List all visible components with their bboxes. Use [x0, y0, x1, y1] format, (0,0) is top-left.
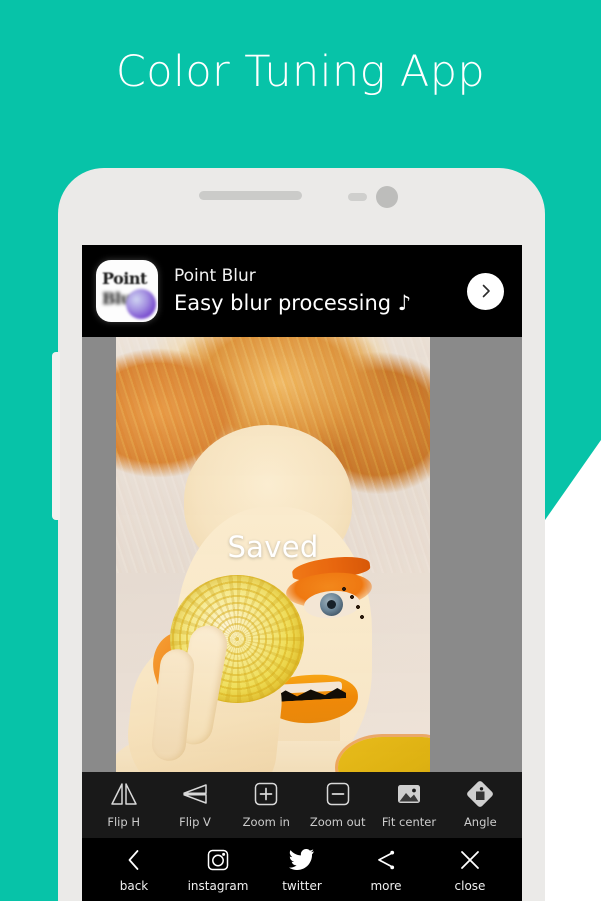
tool-label: Zoom out	[309, 815, 366, 829]
share-label: twitter	[282, 879, 322, 893]
share-label: back	[119, 879, 149, 893]
flip-vertical-icon	[180, 778, 210, 810]
share-toolbar: back instagram twitter more close	[82, 838, 522, 901]
ad-banner[interactable]: Point Blur Point Blur Easy blur processi…	[82, 245, 522, 337]
close-x-icon	[458, 846, 482, 873]
chevron-right-icon	[482, 284, 490, 298]
share-button-back[interactable]: back	[92, 846, 176, 893]
ad-text-block: Point Blur Easy blur processing ♪	[158, 266, 467, 317]
share-button-close[interactable]: close	[428, 846, 512, 893]
tool-button-flip-h[interactable]: Flip H	[88, 778, 159, 829]
share-icon	[374, 846, 398, 873]
ad-subtitle: Easy blur processing ♪	[174, 290, 412, 315]
share-button-twitter[interactable]: twitter	[260, 846, 344, 893]
share-label: close	[454, 879, 486, 893]
edited-photo[interactable]: Saved	[116, 337, 430, 772]
share-button-more[interactable]: more	[344, 846, 428, 893]
share-button-instagram[interactable]: instagram	[176, 846, 260, 893]
tool-label: Fit center	[381, 815, 437, 829]
ad-cta-button[interactable]	[467, 272, 504, 310]
phone-side-notch	[52, 352, 60, 520]
fit-center-icon	[394, 778, 424, 810]
page-title: Color Tuning App	[115, 47, 486, 97]
tool-label: Angle	[463, 815, 497, 829]
share-label: instagram	[187, 879, 249, 893]
photo-canvas-area[interactable]: Saved	[82, 337, 522, 772]
phone-front-camera-icon	[376, 186, 398, 208]
ad-icon-text-line1: Point	[102, 269, 147, 288]
chevron-left-icon	[123, 846, 145, 873]
tool-button-flip-v[interactable]: Flip V	[159, 778, 230, 829]
flip-horizontal-icon	[109, 778, 139, 810]
zoom-out-icon	[324, 778, 352, 810]
phone-screen: Point Blur Point Blur Easy blur processi…	[82, 245, 522, 901]
twitter-bird-icon	[289, 846, 315, 873]
ad-title: Point Blur	[174, 265, 256, 286]
angle-rotate-icon	[465, 778, 495, 810]
ad-app-icon: Point Blur	[96, 260, 158, 322]
zoom-in-icon	[252, 778, 280, 810]
phone-speaker-grille	[199, 191, 302, 200]
tool-button-zoom-out[interactable]: Zoom out	[302, 778, 373, 829]
share-label: more	[370, 879, 402, 893]
tool-button-zoom-in[interactable]: Zoom in	[231, 778, 302, 829]
tool-label: Flip H	[107, 815, 140, 829]
tool-button-fit-center[interactable]: Fit center	[373, 778, 444, 829]
tool-button-angle[interactable]: Angle	[445, 778, 516, 829]
edit-toolbar: Flip H Flip V Zoom in Zoom out Fit cente…	[82, 772, 522, 838]
phone-proximity-sensor	[348, 193, 367, 201]
ad-icon-blur-blob	[126, 289, 156, 319]
tool-label: Flip V	[179, 815, 211, 829]
status-badge-saved: Saved	[227, 530, 319, 564]
instagram-icon	[206, 846, 230, 873]
tool-label: Zoom in	[242, 815, 290, 829]
